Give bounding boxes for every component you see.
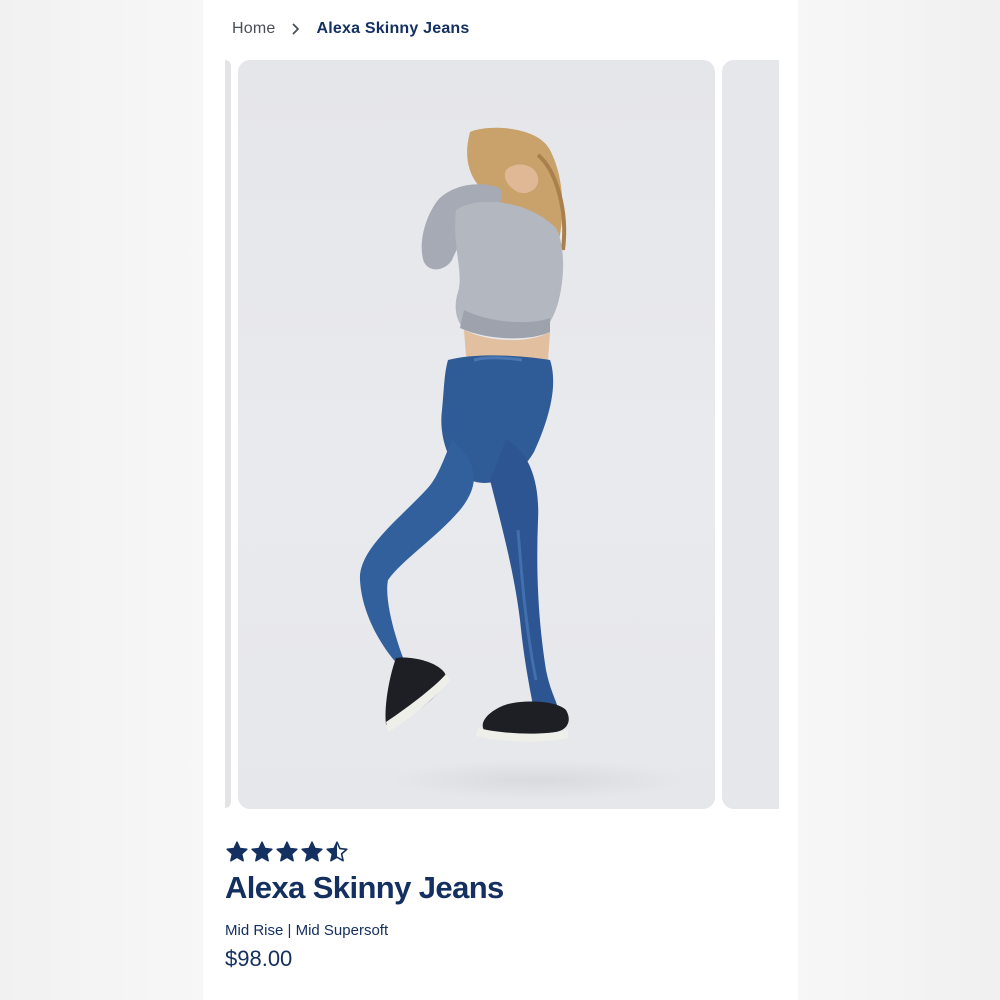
star-full-icon <box>251 841 273 862</box>
image-carousel[interactable] <box>203 60 798 810</box>
product-subtitle: Mid Rise | Mid Supersoft <box>225 922 389 939</box>
star-half-icon <box>326 841 348 862</box>
star-full-icon <box>301 841 323 862</box>
star-full-icon <box>226 841 248 862</box>
background-left <box>0 0 203 1000</box>
carousel-previous-slide[interactable] <box>225 60 231 808</box>
product-price: $98.00 <box>225 946 293 971</box>
chevron-right-icon <box>290 21 302 37</box>
rating-stars[interactable] <box>225 840 785 864</box>
breadcrumb: Home Alexa Skinny Jeans <box>232 17 470 41</box>
star-full-icon <box>276 841 298 862</box>
product-title: Alexa Skinny Jeans <box>225 870 504 905</box>
product-info: Alexa Skinny Jeans Mid Rise | Mid Supers… <box>225 840 785 973</box>
carousel-next-slide[interactable] <box>722 60 779 809</box>
product-page: Home Alexa Skinny Jeans Alexa Skinny Jea… <box>203 0 798 1000</box>
breadcrumb-current: Alexa Skinny Jeans <box>316 20 470 37</box>
product-image[interactable] <box>238 60 715 809</box>
background-right <box>798 0 1000 1000</box>
model-illustration <box>359 127 569 742</box>
breadcrumb-home-link[interactable]: Home <box>232 20 275 38</box>
